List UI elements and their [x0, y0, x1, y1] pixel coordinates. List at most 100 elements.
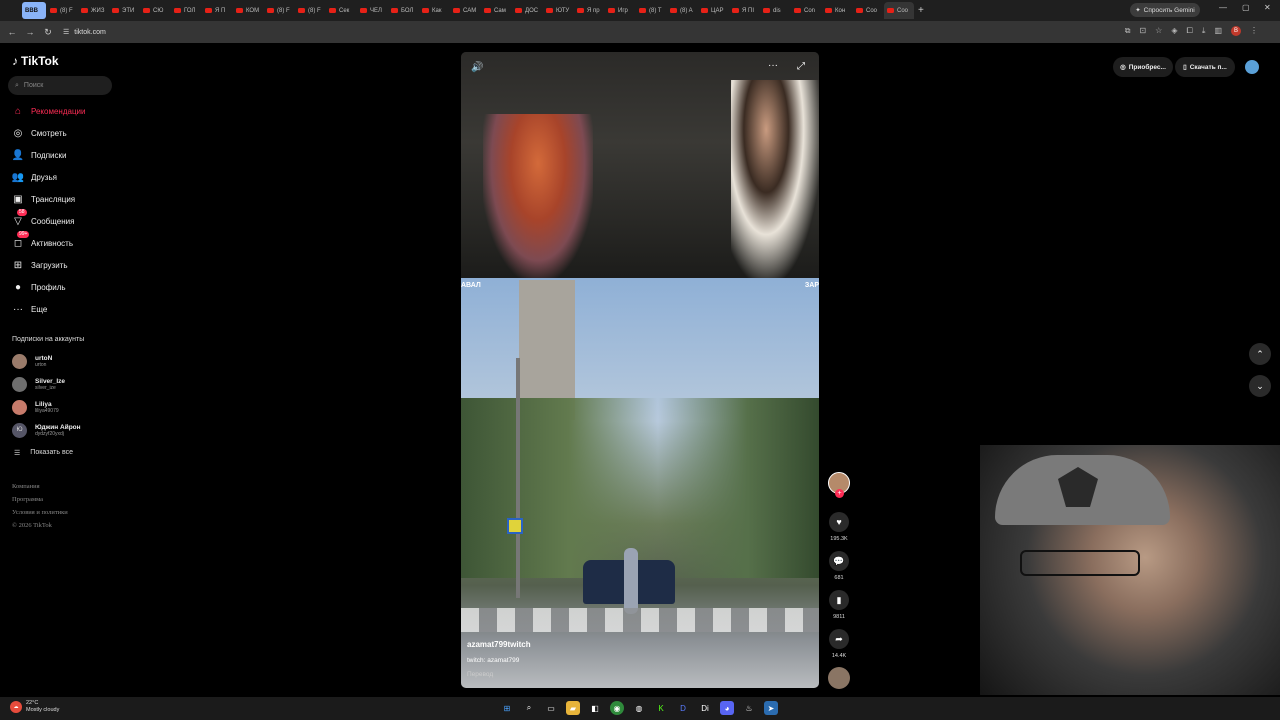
following-account[interactable]: Liliya liliya49079 [12, 398, 59, 416]
browser-tab[interactable]: Кон [822, 2, 852, 19]
next-video-button[interactable]: ⌄ [1249, 375, 1271, 397]
music-disc[interactable] [826, 667, 852, 689]
task-view-icon[interactable]: ▭ [544, 701, 558, 715]
translate-icon[interactable]: ⧉ [1125, 26, 1131, 36]
install-icon[interactable]: ⊡ [1139, 26, 1146, 36]
browser-tab[interactable]: БОЛ [388, 2, 418, 19]
prev-video-button[interactable]: ⌃ [1249, 343, 1271, 365]
comment-button[interactable]: 💬 681 [826, 551, 852, 581]
browser-tab[interactable]: ЮТУ [543, 2, 573, 19]
discord-icon[interactable]: ◕ [720, 701, 734, 715]
browser-tab[interactable]: Con [791, 2, 821, 19]
sidebar-item[interactable]: ◎ Смотреть [12, 126, 67, 140]
sidebar-item[interactable]: ◻ 99+ Активность [12, 231, 73, 250]
browser-tab[interactable]: СЮ [140, 2, 170, 19]
browser-tab[interactable]: ЖИЗ [78, 2, 108, 19]
browser-tab[interactable]: ЭТИ [109, 2, 139, 19]
download-icon[interactable]: ⤓ [1202, 26, 1206, 36]
tiktok-logo[interactable]: ♪ TikTok [12, 54, 59, 68]
fullscreen-icon[interactable]: ⤢ [797, 61, 805, 72]
browser-tab[interactable]: BBB [22, 2, 46, 19]
dev-icon[interactable]: D [676, 701, 690, 715]
telegram-icon[interactable]: ➤ [764, 701, 778, 715]
menu-dots-icon[interactable]: ⋮ [1250, 26, 1258, 36]
browser-tab[interactable]: (8) F [47, 2, 77, 19]
browser-tab[interactable]: КОМ [233, 2, 263, 19]
kick-icon[interactable]: K [654, 701, 668, 715]
browser-tab[interactable]: dis [760, 2, 790, 19]
sidebar-item[interactable]: ▽ 58 Сообщения [12, 209, 74, 228]
bookmark-star-icon[interactable]: ☆ [1155, 26, 1162, 36]
save-button[interactable]: ▮ 9811 [826, 590, 852, 620]
like-button[interactable]: ♥ 195.3K [826, 512, 852, 542]
puzzle-icon[interactable]: ⧠ [1186, 26, 1192, 36]
creator-avatar[interactable]: + [826, 472, 852, 498]
profile-avatar[interactable]: B [1231, 26, 1241, 36]
chrome-icon[interactable]: ◉ [610, 701, 624, 715]
browser-tab[interactable]: САМ [450, 2, 480, 19]
video-author[interactable]: azamat799twitch [467, 640, 531, 649]
explorer-icon[interactable]: ▰ [566, 701, 580, 715]
browser-tab[interactable]: (8) T [636, 2, 666, 19]
show-all-button[interactable]: ☰ Показать все [14, 449, 73, 457]
app-di-icon[interactable]: Di [698, 701, 712, 715]
store-icon[interactable]: ◧ [588, 701, 602, 715]
sidebar-item[interactable]: 👤 Подписки [12, 148, 67, 162]
browser-tab[interactable]: Coo [884, 2, 914, 19]
site-info-icon[interactable]: ☰ [63, 28, 69, 36]
browser-tab[interactable]: (8) F [295, 2, 325, 19]
footer-link[interactable]: Компания [12, 480, 68, 493]
browser-tab[interactable]: Как [419, 2, 449, 19]
back-icon[interactable]: ← [3, 27, 21, 37]
sidebar-item[interactable]: ··· Еще [12, 302, 47, 316]
sidebar-item[interactable]: ● Профиль [12, 280, 66, 294]
new-tab-button[interactable]: + [915, 2, 931, 19]
search-input[interactable]: ⌕ Поиск [8, 76, 112, 95]
steam-icon[interactable]: ♨ [742, 701, 756, 715]
ask-gemini-button[interactable]: ✦ Спросить Gemini [1130, 3, 1200, 17]
minimize-icon[interactable]: — [1219, 3, 1227, 12]
promo-button[interactable]: ◎ Приобрес... [1113, 57, 1173, 77]
weather-widget[interactable]: ☁ 22°C Mostly cloudy [10, 700, 59, 714]
sidebar-item[interactable]: ⌂ Рекомендации [12, 104, 86, 118]
user-avatar[interactable] [1245, 60, 1259, 74]
obs-icon[interactable]: ◍ [632, 701, 646, 715]
extension-icon[interactable]: ◈ [1171, 26, 1177, 36]
follow-plus-icon[interactable]: + [835, 489, 844, 498]
more-options-icon[interactable]: ··· [768, 60, 778, 71]
translate-link[interactable]: Перевод [467, 671, 493, 678]
browser-tab[interactable]: ЧЕЛ [357, 2, 387, 19]
browser-tab[interactable]: ГОЛ [171, 2, 201, 19]
url-field[interactable]: ☰ tiktok.com [63, 28, 106, 37]
following-account[interactable]: urtoN urton [12, 352, 52, 370]
browser-tab[interactable]: (8) A [667, 2, 697, 19]
search-taskbar-icon[interactable]: ⌕ [522, 701, 536, 715]
download-app-button[interactable]: ▯ Скачать п... [1175, 57, 1235, 77]
share-button[interactable]: ➦ 14.4K [826, 629, 852, 659]
sidebar-toggle-icon[interactable]: ▥ [1214, 26, 1222, 36]
browser-tab[interactable]: Я П [202, 2, 232, 19]
forward-icon[interactable]: → [21, 27, 39, 37]
footer-link[interactable]: Условия и политики [12, 506, 68, 519]
browser-tab[interactable]: Я пр [574, 2, 604, 19]
browser-tab[interactable]: ЦАР [698, 2, 728, 19]
browser-tab[interactable]: Сек [326, 2, 356, 19]
browser-tab[interactable]: ДОС [512, 2, 542, 19]
following-account[interactable]: Silver_Ize silver_ize [12, 375, 65, 393]
footer-link[interactable]: Программа [12, 493, 68, 506]
reload-icon[interactable]: ↻ [39, 27, 57, 38]
following-account[interactable]: Ю Юджин Айрон dydzyf20yxdj [12, 421, 81, 439]
volume-icon[interactable]: 🔊 [471, 62, 483, 73]
browser-tab[interactable]: Coo [853, 2, 883, 19]
sidebar-item[interactable]: 👥 Друзья [12, 170, 57, 184]
sidebar-item[interactable]: ⊞ Загрузить [12, 258, 68, 272]
maximize-icon[interactable]: ▢ [1242, 3, 1250, 12]
browser-tab[interactable]: (8) F [264, 2, 294, 19]
browser-tab[interactable]: Игр [605, 2, 635, 19]
close-window-icon[interactable]: ✕ [1264, 3, 1271, 12]
browser-tab[interactable]: Я ПІ [729, 2, 759, 19]
browser-tab[interactable]: Сам [481, 2, 511, 19]
video-player[interactable]: АВАЛ ЗАР 🔊 ··· ⤢ azamat799twitch twitch:… [461, 52, 819, 688]
sidebar-item[interactable]: ▣ Трансляция [12, 192, 75, 206]
start-icon[interactable]: ⊞ [500, 701, 514, 715]
